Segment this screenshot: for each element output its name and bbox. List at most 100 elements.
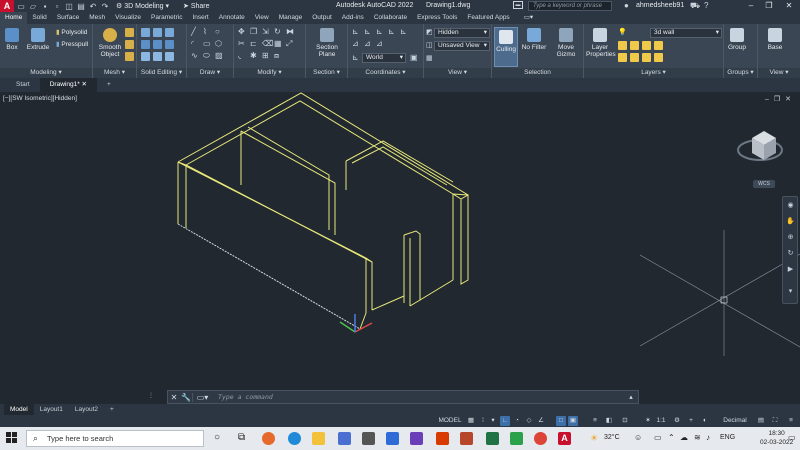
tab-home[interactable]: Home <box>0 12 28 24</box>
save-as-icon[interactable]: ▫ <box>52 2 62 11</box>
ucs-icon[interactable]: ⊾ <box>352 27 359 36</box>
subtract-icon[interactable] <box>153 28 162 37</box>
command-scroll-icon[interactable]: ▴ <box>624 393 638 401</box>
help-search-input[interactable]: Type a keyword or phrase <box>528 1 612 11</box>
transparency-icon[interactable]: ◧ <box>604 416 614 426</box>
panel-title-solid-editing[interactable]: Solid Editing ▾ <box>137 68 186 78</box>
panel-title-modify[interactable]: Modify ▾ <box>234 68 305 78</box>
tab-express-tools[interactable]: Express Tools <box>412 12 462 24</box>
annotation-scale[interactable]: 1:1 <box>654 416 668 426</box>
windows-start-icon[interactable] <box>6 432 18 444</box>
rotate-icon[interactable]: ↻ <box>274 27 281 36</box>
ribbon-toggle-icon[interactable]: ▭▾ <box>519 12 538 24</box>
edge-icon[interactable] <box>288 432 301 445</box>
spline-icon[interactable]: ∿ <box>191 51 198 60</box>
3d-align-icon[interactable]: ⊞ <box>262 51 269 60</box>
tab-view[interactable]: View <box>250 12 274 24</box>
tab-drawing1[interactable]: Drawing1* ✕ <box>39 78 97 92</box>
layer-tool-icon[interactable] <box>630 53 639 62</box>
add-layout-icon[interactable]: + <box>104 404 120 415</box>
workspace-gear-icon[interactable]: ⚙ <box>672 416 682 426</box>
autocad-logo-icon[interactable]: A <box>0 0 14 12</box>
viewcube[interactable] <box>737 131 783 161</box>
panel-title-view-base[interactable]: View ▾ <box>758 68 800 78</box>
new-tab-icon[interactable]: + <box>97 78 121 92</box>
viewport-config-icon[interactable]: ▦ <box>426 54 433 62</box>
command-line[interactable]: ✕ 🔧 ▭▾ Type a command ▴ <box>167 390 639 404</box>
3d-mirror-icon[interactable]: ⧈ <box>274 51 279 61</box>
hatch-icon[interactable]: ▨ <box>215 51 223 60</box>
tab-annotate[interactable]: Annotate <box>214 12 250 24</box>
infer-icon[interactable]: ▾ <box>488 416 498 426</box>
erase-icon[interactable]: ⌫ <box>262 39 273 48</box>
steering-wheel-icon[interactable]: ◉ <box>786 201 795 210</box>
visual-style-dropdown[interactable]: Hidden ▾ <box>434 28 490 38</box>
base-button[interactable]: Base <box>764 28 786 51</box>
fillet-icon[interactable]: ◟ <box>238 51 241 60</box>
layer-tool-icon[interactable] <box>630 41 639 50</box>
offset-icon[interactable]: ⊏ <box>250 39 257 48</box>
redo-icon[interactable]: ↷ <box>100 2 110 11</box>
mirror-icon[interactable]: ⧓ <box>286 27 294 36</box>
minimize-icon[interactable]: – <box>744 0 758 12</box>
office-icon[interactable] <box>436 432 449 445</box>
ucs-origin-icon[interactable]: ⊾ <box>364 27 371 36</box>
move-icon[interactable]: ✥ <box>238 27 245 36</box>
layer-tool-icon[interactable] <box>618 53 627 62</box>
explode-icon[interactable]: ✱ <box>250 51 257 60</box>
ucs-object-icon[interactable]: ⊾ <box>400 27 407 36</box>
stretch-icon[interactable]: ⇲ <box>262 27 269 36</box>
slice-icon[interactable] <box>141 40 150 49</box>
zoom-icon[interactable]: ⊕ <box>786 233 795 242</box>
tab-visualize[interactable]: Visualize <box>110 12 146 24</box>
polysolid-button[interactable]: ▮ Polysolid <box>56 28 87 36</box>
tab-layout1[interactable]: Layout1 <box>34 404 69 415</box>
command-line-grip-icon[interactable]: ⋮ <box>148 392 154 399</box>
ucs-z-icon[interactable]: ⊿ <box>376 39 383 48</box>
undo-icon[interactable]: ↶ <box>88 2 98 11</box>
close-icon[interactable]: ✕ <box>782 0 796 12</box>
close-command-line-icon[interactable]: ✕ <box>168 393 180 402</box>
tab-collaborate[interactable]: Collaborate <box>369 12 412 24</box>
file-explorer-icon[interactable] <box>312 432 325 445</box>
osnap-icon[interactable]: □ <box>556 416 566 426</box>
ucs-x-icon[interactable]: ⊿ <box>352 39 359 48</box>
pan-icon[interactable]: ✋ <box>786 217 795 226</box>
panel-title-groups[interactable]: Groups ▾ <box>724 68 757 78</box>
union-icon[interactable] <box>141 28 150 37</box>
cart-icon[interactable]: ⛟ <box>690 1 700 11</box>
customize-status-icon[interactable]: ≡ <box>786 416 796 426</box>
workspace-switcher[interactable]: ⚙ 3D Modeling ▾ <box>116 2 169 10</box>
cloud-icon[interactable]: ☁ <box>680 433 688 442</box>
mesh-tool-icon[interactable] <box>125 52 134 61</box>
dropbox-icon[interactable] <box>386 432 399 445</box>
recent-commands-icon[interactable]: ▭▾ <box>192 392 212 402</box>
lineweight-icon[interactable]: ≡ <box>590 416 600 426</box>
autocad-taskbar-icon[interactable]: A <box>558 432 571 445</box>
selection-cycling-icon[interactable]: ⊡ <box>620 416 630 426</box>
fillet-edge-icon[interactable] <box>141 52 150 61</box>
open-file-icon[interactable]: ▱ <box>28 2 38 11</box>
polyline-icon[interactable]: ⌇ <box>203 27 207 36</box>
mesh-tool-icon[interactable] <box>125 28 134 37</box>
3d-osnap-icon[interactable]: ▣ <box>568 416 578 426</box>
tab-parametric[interactable]: Parametric <box>146 12 187 24</box>
array-icon[interactable]: ▦ <box>274 39 282 48</box>
trim-icon[interactable]: ✂ <box>238 39 245 48</box>
group-button[interactable]: Group <box>726 28 748 51</box>
isolate-icon[interactable]: ◐ <box>700 416 710 426</box>
language-indicator[interactable]: ENG <box>720 434 735 441</box>
no-filter-button[interactable]: No Filter <box>520 28 548 51</box>
layer-tool-icon[interactable] <box>654 53 663 62</box>
tab-manage[interactable]: Manage <box>274 12 308 24</box>
weather-temperature[interactable]: 32°C <box>604 434 620 441</box>
user-account[interactable]: ahmedsheeb91 <box>636 2 684 9</box>
print-icon[interactable]: ▤ <box>76 2 86 11</box>
tab-model[interactable]: Model <box>4 404 34 415</box>
share-button[interactable]: ➤ Share <box>183 2 210 10</box>
panel-title-mesh[interactable]: Mesh ▾ <box>93 68 136 78</box>
info-center-icon[interactable]: ▬ <box>513 1 523 9</box>
circle-icon[interactable]: ○ <box>215 27 220 36</box>
panel-title-view[interactable]: View ▾ <box>424 68 491 78</box>
grid-icon[interactable]: ▦ <box>466 416 476 426</box>
